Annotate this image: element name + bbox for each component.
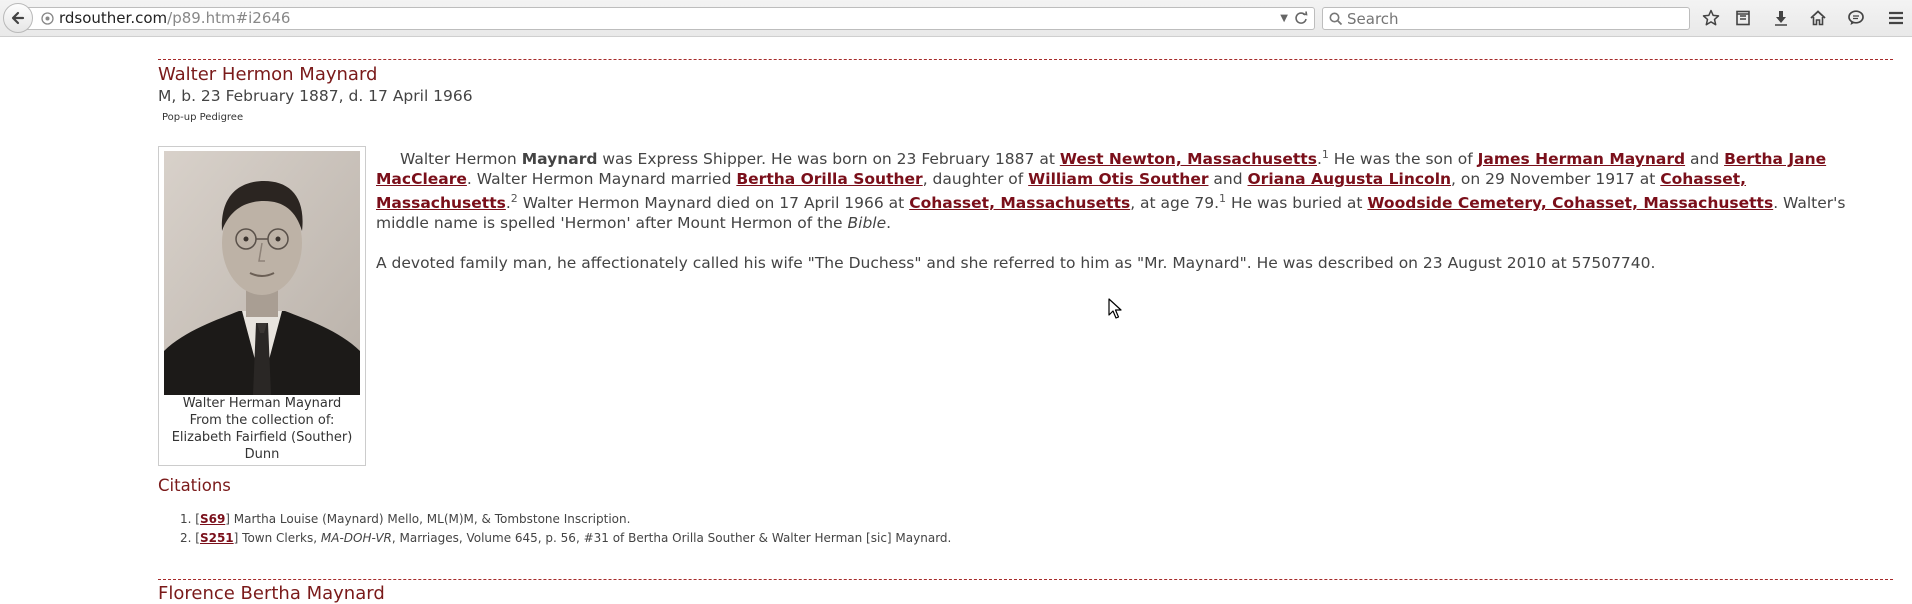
burial-place-link[interactable]: Woodside Cemetery, Cohasset, Massachuset… xyxy=(1367,194,1773,212)
citations-list: 1. [S69] Martha Louise (Maynard) Mello, … xyxy=(180,510,951,548)
citation-text: ] Martha Louise (Maynard) Mello, ML(M)M,… xyxy=(225,512,631,526)
citation-text: ] Town Clerks, xyxy=(233,531,321,545)
bio-text: . Walter Hermon Maynard married xyxy=(466,170,737,189)
download-icon[interactable] xyxy=(1771,8,1791,28)
search-input[interactable] xyxy=(1347,8,1677,29)
spouse-link[interactable]: Bertha Orilla Souther xyxy=(736,170,922,188)
citation-ref[interactable]: 1 xyxy=(1322,148,1329,161)
place-link[interactable]: Cohasset, Massachusetts xyxy=(909,194,1130,212)
citation-number: 2. xyxy=(180,531,192,545)
bio-text: Walter Hermon xyxy=(400,150,522,169)
next-person-heading: Florence Bertha Maynard xyxy=(158,583,385,604)
search-icon xyxy=(1329,12,1343,26)
bio-text: . xyxy=(886,214,892,233)
bio-text: was Express Shipper. He was born on 23 F… xyxy=(597,150,1060,169)
popup-pedigree-link[interactable]: Pop-up Pedigree xyxy=(162,112,243,123)
biography: Walter Hermon Maynard was Express Shippe… xyxy=(376,145,1881,293)
bio-text: Walter Hermon Maynard died on 17 April 1… xyxy=(517,194,910,213)
url-host: rdsouther.com xyxy=(59,9,168,27)
chat-icon[interactable] xyxy=(1846,8,1866,28)
mother-in-law-link[interactable]: Oriana Augusta Lincoln xyxy=(1248,170,1452,188)
reading-list-icon[interactable] xyxy=(1733,8,1753,28)
url-bar[interactable]: rdsouther.com/p89.htm#i2646 ▼ xyxy=(24,7,1315,30)
father-link[interactable]: James Herman Maynard xyxy=(1478,150,1685,168)
person-name-heading: Walter Hermon Maynard xyxy=(158,64,378,85)
caption-line: Dunn xyxy=(244,447,280,462)
globe-icon xyxy=(41,12,54,25)
section-divider xyxy=(158,59,1893,60)
citation-text: , Marriages, Volume 645, p. 56, #31 of B… xyxy=(391,531,952,545)
father-in-law-link[interactable]: William Otis Souther xyxy=(1028,170,1208,188)
place-link[interactable]: West Newton, Massachusetts xyxy=(1060,150,1317,168)
bio-text: , at age 79. xyxy=(1130,194,1220,213)
citation-number: 1. xyxy=(180,512,192,526)
bio-text: He was the son of xyxy=(1328,150,1478,169)
home-icon[interactable] xyxy=(1808,8,1828,28)
caption-line: Elizabeth Fairfield (Souther) xyxy=(171,430,353,445)
citation-ref[interactable]: 1 xyxy=(1219,192,1226,205)
citation-ref[interactable]: 2 xyxy=(511,192,518,205)
back-arrow-icon xyxy=(11,11,25,25)
section-divider xyxy=(158,579,1893,580)
citation-item: 1. [S69] Martha Louise (Maynard) Mello, … xyxy=(180,512,631,526)
bio-paragraph: Walter Hermon Maynard was Express Shippe… xyxy=(376,145,1881,233)
url-dropdown-icon[interactable]: ▼ xyxy=(1280,8,1288,29)
bio-text: , daughter of xyxy=(922,170,1029,189)
browser-toolbar: rdsouther.com/p89.htm#i2646 ▼ xyxy=(0,0,1912,37)
bio-text: and xyxy=(1208,170,1248,189)
bio-text: and xyxy=(1685,150,1725,169)
back-button[interactable] xyxy=(3,3,33,33)
search-bar[interactable] xyxy=(1322,7,1690,30)
mouse-cursor-icon xyxy=(1108,298,1122,319)
bio-surname: Maynard xyxy=(521,150,598,169)
bookmark-star-icon[interactable] xyxy=(1701,8,1721,28)
bio-emphasis: Bible xyxy=(847,214,887,233)
citation-emphasis: MA-DOH-VR xyxy=(320,531,392,545)
bio-text: He was buried at xyxy=(1226,194,1368,213)
citation-item: 2. [S251] Town Clerks, MA-DOH-VR, Marria… xyxy=(180,531,952,545)
url-path: /p89.htm#i2646 xyxy=(167,9,291,27)
photo-caption: Walter Herman Maynard From the collectio… xyxy=(163,395,361,463)
source-link[interactable]: S251 xyxy=(200,531,234,545)
citations-heading: Citations xyxy=(158,476,231,495)
menu-icon[interactable] xyxy=(1886,8,1906,28)
reload-icon[interactable] xyxy=(1294,11,1308,25)
source-link[interactable]: S69 xyxy=(200,512,225,526)
person-dates: M, b. 23 February 1887, d. 17 April 1966 xyxy=(158,87,473,105)
caption-line: From the collection of: xyxy=(189,413,335,428)
bio-paragraph-2: A devoted family man, he affectionately … xyxy=(376,254,1656,273)
url-text: rdsouther.com/p89.htm#i2646 xyxy=(59,8,290,29)
caption-line: Walter Herman Maynard xyxy=(182,396,342,411)
bio-text: , on 29 November 1917 at xyxy=(1451,170,1661,189)
photo-frame: Walter Herman Maynard From the collectio… xyxy=(158,146,366,466)
portrait-photo[interactable] xyxy=(164,151,360,395)
